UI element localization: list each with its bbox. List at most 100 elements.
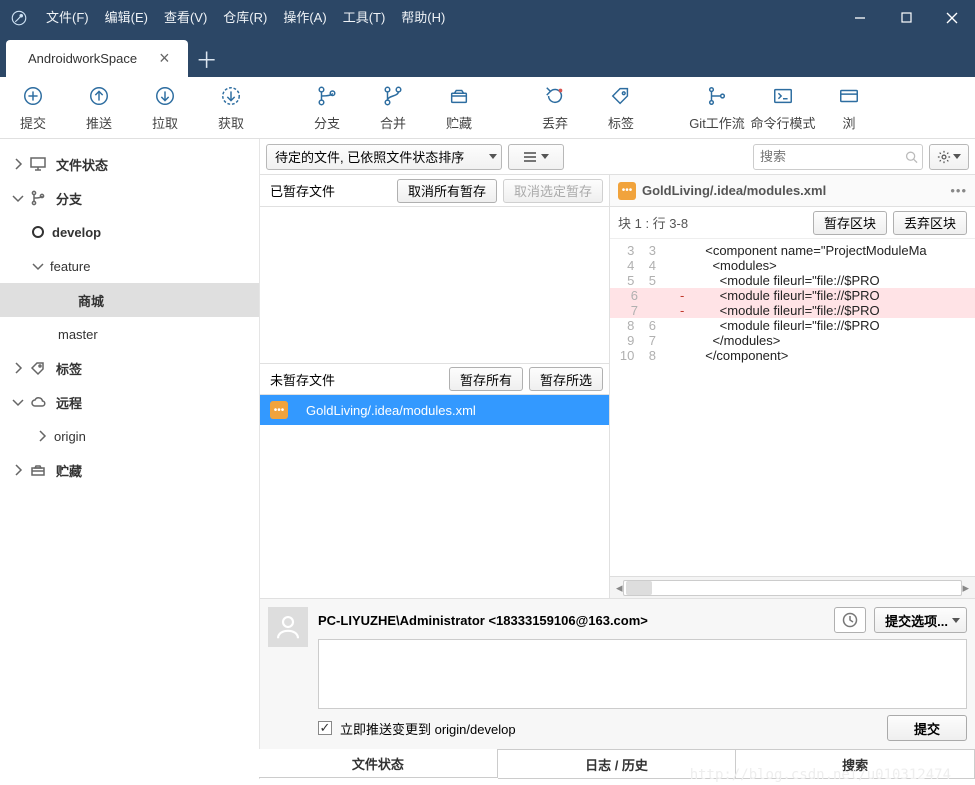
diff-line[interactable]: 10 8 </component> (610, 348, 975, 363)
menu-help[interactable]: 帮助(H) (393, 0, 453, 35)
commit-submit-button[interactable]: 提交 (887, 715, 967, 741)
sidebar-tags[interactable]: 标签 (0, 351, 259, 385)
push-button[interactable]: 推送 (66, 77, 132, 139)
menu-edit[interactable]: 编辑(E) (97, 0, 156, 35)
diff-line[interactable]: 5 5 <module fileurl="file://$PRO (610, 273, 975, 288)
diff-horizontal-scrollbar[interactable]: ◂ ▸ (610, 576, 975, 598)
sidebar-branch-mall[interactable]: 商城 (0, 283, 259, 317)
unstaged-header: 未暂存文件 暂存所有 暂存所选 (260, 363, 609, 395)
sidebar-file-status[interactable]: 文件状态 (0, 147, 259, 181)
stage-selected-button[interactable]: 暂存所选 (529, 367, 603, 391)
discard-hunk-button[interactable]: 丢弃区块 (893, 211, 967, 235)
close-window-button[interactable] (929, 0, 975, 35)
current-branch-icon (30, 224, 46, 240)
explorer-button[interactable]: 浏 (816, 77, 882, 139)
diff-line[interactable]: 8 6 <module fileurl="file://$PRO (610, 318, 975, 333)
staging-column: 已暂存文件 取消所有暂存 取消选定暂存 未暂存文件 暂存所有 暂存所选 ••• … (260, 175, 610, 598)
diff-more-button[interactable]: ••• (950, 183, 967, 198)
caret-icon (489, 154, 497, 159)
workarea: 已暂存文件 取消所有暂存 取消选定暂存 未暂存文件 暂存所有 暂存所选 ••• … (260, 175, 975, 598)
bottom-tab-search[interactable]: 搜索 (736, 750, 975, 779)
commit-options-dropdown[interactable]: 提交选项... (874, 607, 967, 633)
history-button[interactable] (834, 607, 866, 633)
bottom-tab-file-status[interactable]: 文件状态 (259, 749, 498, 778)
commit-message-input[interactable] (318, 639, 967, 709)
menu-file[interactable]: 文件(F) (38, 0, 97, 35)
commit-author: PC-LIYUZHE\Administrator <18333159106@16… (318, 613, 826, 628)
hunk-label: 块 1 : 行 3-8 (618, 213, 807, 232)
chevron-down-icon (30, 258, 46, 274)
unstage-all-button[interactable]: 取消所有暂存 (397, 179, 497, 203)
unstaged-list[interactable]: ••• GoldLiving/.idea/modules.xml (260, 395, 609, 598)
search-icon (905, 150, 918, 164)
clock-icon (842, 612, 858, 628)
minimize-button[interactable] (837, 0, 883, 35)
cloud-icon (30, 394, 46, 410)
stash-button[interactable]: 贮藏 (426, 77, 492, 139)
stage-hunk-button[interactable]: 暂存区块 (813, 211, 887, 235)
sidebar-branch-develop[interactable]: develop (0, 215, 259, 249)
sidebar-stashes[interactable]: 贮藏 (0, 453, 259, 487)
file-path: GoldLiving/.idea/modules.xml (306, 403, 476, 418)
sidebar-remote-origin[interactable]: origin (0, 419, 259, 453)
bottom-tab-log[interactable]: 日志 / 历史 (498, 750, 737, 779)
filter-dropdown[interactable]: 待定的文件, 已依照文件状态排序 (266, 144, 502, 170)
menu-bar: 文件(F) 编辑(E) 查看(V) 仓库(R) 操作(A) 工具(T) 帮助(H… (0, 0, 975, 35)
diff-filename: GoldLiving/.idea/modules.xml (642, 183, 950, 198)
caret-icon (952, 618, 960, 623)
maximize-button[interactable] (883, 0, 929, 35)
menu-tools[interactable]: 工具(T) (335, 0, 394, 35)
chevron-right-icon (10, 156, 26, 172)
menu-repo[interactable]: 仓库(R) (215, 0, 275, 35)
push-after-commit-label: 立即推送变更到 origin/develop (340, 719, 516, 738)
diff-text[interactable]: 3 3 <component name="ProjectModuleMa 4 4… (610, 239, 975, 576)
merge-button[interactable]: 合并 (360, 77, 426, 139)
app-logo (0, 9, 38, 27)
stage-all-button[interactable]: 暂存所有 (449, 367, 523, 391)
menu-actions[interactable]: 操作(A) (275, 0, 334, 35)
repo-tab-label: AndroidworkSpace (28, 51, 137, 66)
tag-button[interactable]: 标签 (588, 77, 654, 139)
stash-icon (30, 462, 46, 478)
unstaged-file-row[interactable]: ••• GoldLiving/.idea/modules.xml (260, 395, 609, 425)
modified-icon: ••• (618, 182, 636, 200)
terminal-button[interactable]: 命令行模式 (750, 77, 816, 139)
pull-button[interactable]: 拉取 (132, 77, 198, 139)
chevron-right-icon (34, 428, 50, 444)
discard-button[interactable]: 丢弃 (522, 77, 588, 139)
gear-icon (937, 150, 951, 164)
diff-line[interactable]: 3 3 <component name="ProjectModuleMa (610, 243, 975, 258)
branch-button[interactable]: 分支 (294, 77, 360, 139)
branch-icon (30, 190, 46, 206)
gitflow-button[interactable]: Git工作流 (684, 77, 750, 139)
unstage-selected-button[interactable]: 取消选定暂存 (503, 179, 603, 203)
fetch-button[interactable]: 获取 (198, 77, 264, 139)
view-mode-dropdown[interactable] (508, 144, 564, 170)
sidebar-branches[interactable]: 分支 (0, 181, 259, 215)
commit-box: PC-LIYUZHE\Administrator <18333159106@16… (260, 598, 975, 749)
menu-view[interactable]: 查看(V) (156, 0, 215, 35)
sidebar-remotes[interactable]: 远程 (0, 385, 259, 419)
add-tab-button[interactable]: ＋ (188, 40, 226, 77)
close-tab-button[interactable]: × (159, 48, 170, 69)
caret-icon (541, 154, 549, 159)
diff-file-header: ••• GoldLiving/.idea/modules.xml ••• (610, 175, 975, 207)
sidebar-branch-master[interactable]: master (0, 317, 259, 351)
diff-line[interactable]: 9 7 </modules> (610, 333, 975, 348)
bottom-tabs: 文件状态 日志 / 历史 搜索 (259, 749, 975, 779)
diff-line[interactable]: 4 4 <modules> (610, 258, 975, 273)
diff-line[interactable]: 7 - <module fileurl="file://$PRO (610, 303, 975, 318)
diff-panel: ••• GoldLiving/.idea/modules.xml ••• 块 1… (610, 175, 975, 598)
repo-tab-active[interactable]: AndroidworkSpace × (6, 40, 188, 77)
sidebar-branch-feature[interactable]: feature (0, 249, 259, 283)
commit-button[interactable]: 提交 (0, 77, 66, 139)
filter-bar: 待定的文件, 已依照文件状态排序 (260, 139, 975, 175)
staged-list[interactable] (260, 207, 609, 363)
push-after-commit-checkbox[interactable]: ✓ (318, 721, 332, 735)
hunk-header: 块 1 : 行 3-8 暂存区块 丢弃区块 (610, 207, 975, 239)
settings-dropdown[interactable] (929, 144, 969, 170)
diff-line[interactable]: 6 - <module fileurl="file://$PRO (610, 288, 975, 303)
window-controls (837, 0, 975, 35)
search-input[interactable] (760, 149, 905, 164)
search-box[interactable] (753, 144, 923, 170)
